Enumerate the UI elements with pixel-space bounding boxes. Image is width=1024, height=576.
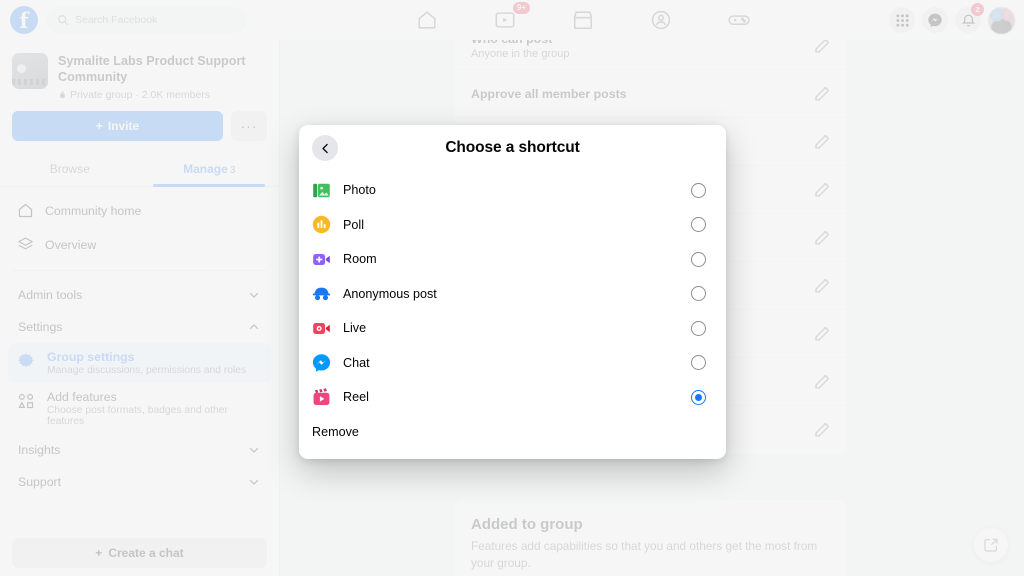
poll-icon — [312, 215, 331, 234]
option-poll[interactable]: Poll — [299, 208, 726, 243]
live-icon — [312, 319, 331, 338]
option-label: Photo — [343, 183, 376, 198]
option-label: Room — [343, 252, 377, 267]
anonymous-post-icon — [312, 284, 331, 303]
option-label: Chat — [343, 355, 370, 370]
dialog-header: Choose a shortcut — [299, 125, 726, 171]
facebook-group-settings-page: f Search Facebook 9+ — [0, 0, 1024, 576]
choose-shortcut-dialog: Choose a shortcut Photo Poll Room Anonym… — [299, 125, 726, 459]
radio-chat[interactable] — [691, 355, 706, 371]
radio-live[interactable] — [691, 320, 706, 336]
radio-reel[interactable] — [691, 389, 706, 405]
option-anonymous-post[interactable]: Anonymous post — [299, 277, 726, 312]
option-reel[interactable]: Reel — [299, 380, 726, 415]
option-chat[interactable]: Chat — [299, 346, 726, 381]
option-label: Live — [343, 321, 367, 336]
room-icon — [312, 250, 331, 269]
chat-icon — [312, 353, 331, 373]
radio-room[interactable] — [691, 251, 706, 267]
radio-photo[interactable] — [691, 182, 706, 198]
remove-button[interactable]: Remove — [299, 415, 726, 439]
reel-icon — [312, 387, 331, 407]
radio-anonymous-post[interactable] — [691, 286, 706, 302]
option-photo[interactable]: Photo — [299, 173, 726, 208]
option-room[interactable]: Room — [299, 242, 726, 277]
radio-poll[interactable] — [691, 217, 706, 233]
chevron-left-icon — [321, 143, 328, 153]
back-button[interactable] — [312, 135, 338, 161]
shortcut-options-list: Photo Poll Room Anonymous post Live Chat… — [299, 171, 726, 415]
option-label: Anonymous post — [343, 286, 437, 301]
dialog-title: Choose a shortcut — [445, 139, 580, 156]
option-label: Reel — [343, 390, 369, 405]
option-label: Poll — [343, 217, 364, 232]
photo-icon — [312, 181, 331, 200]
option-live[interactable]: Live — [299, 311, 726, 346]
